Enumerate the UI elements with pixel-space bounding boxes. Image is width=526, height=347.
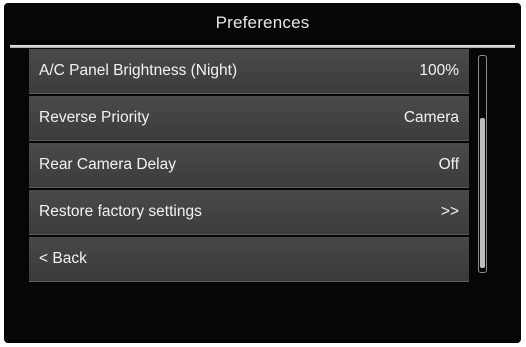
setting-label: Rear Camera Delay	[39, 156, 176, 173]
setting-reverse-priority[interactable]: Reverse Priority Camera	[29, 96, 469, 141]
title-divider	[10, 45, 515, 48]
scrollbar[interactable]	[478, 55, 487, 273]
setting-value: 100%	[419, 62, 459, 79]
setting-value: Camera	[403, 109, 459, 126]
setting-restore-factory-settings[interactable]: Restore factory settings >>	[29, 190, 469, 235]
setting-label: A/C Panel Brightness (Night)	[39, 62, 238, 79]
chevron-right-icon: >>	[440, 203, 459, 220]
settings-list: A/C Panel Brightness (Night) 100% Revers…	[29, 49, 469, 284]
page-title: Preferences	[215, 13, 310, 32]
setting-rear-camera-delay[interactable]: Rear Camera Delay Off	[29, 143, 469, 188]
setting-ac-panel-brightness-night[interactable]: A/C Panel Brightness (Night) 100%	[29, 49, 469, 94]
back-label: < Back	[39, 250, 87, 267]
setting-label: Restore factory settings	[39, 203, 202, 220]
scrollbar-thumb[interactable]	[480, 118, 485, 268]
back-button[interactable]: < Back	[29, 237, 469, 282]
display-screen: Preferences A/C Panel Brightness (Night)…	[4, 3, 521, 343]
setting-value: Off	[438, 156, 459, 173]
setting-label: Reverse Priority	[39, 109, 150, 126]
